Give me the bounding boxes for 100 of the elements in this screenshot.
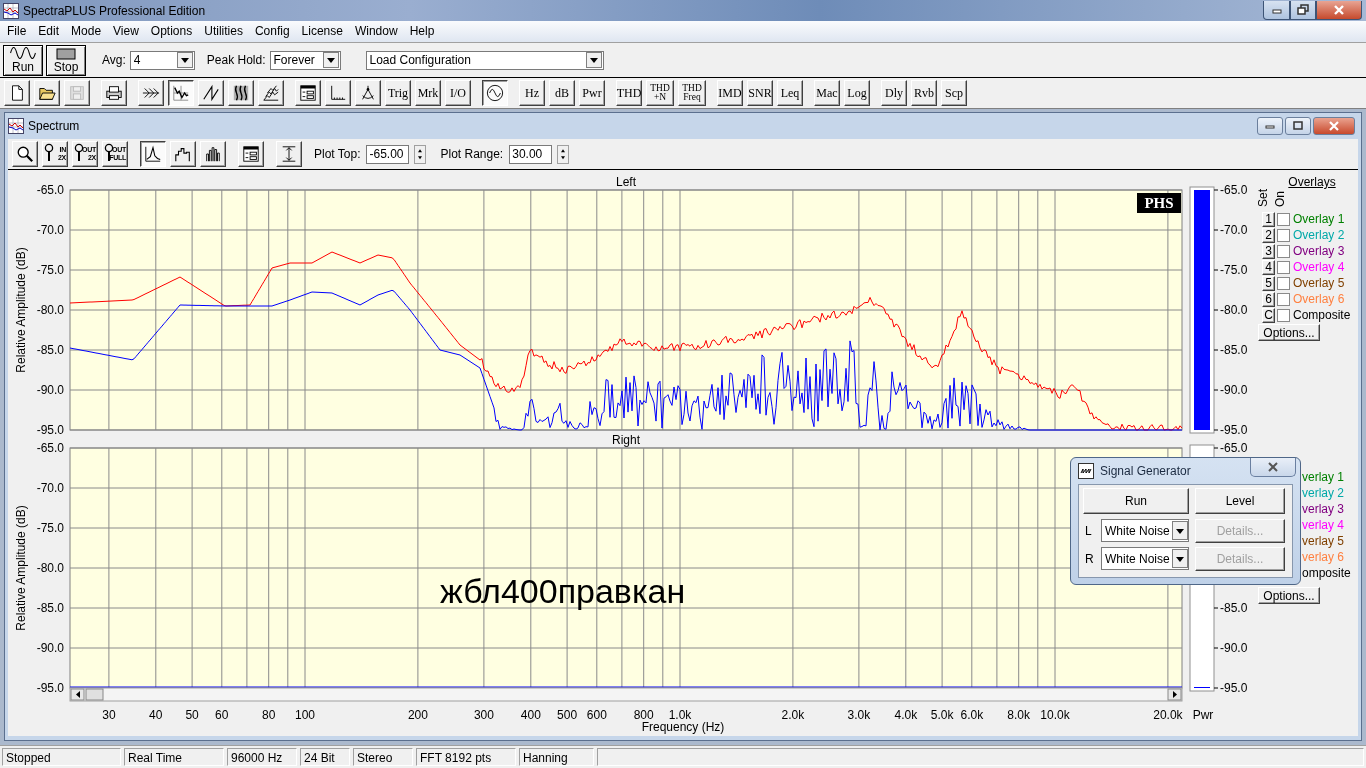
- level-button[interactable]: Level: [1195, 488, 1285, 514]
- toolbar-button[interactable]: dB: [549, 80, 575, 106]
- toolbar-button[interactable]: THD +N: [646, 80, 674, 106]
- status-field: Real Time: [124, 748, 224, 766]
- close-button[interactable]: [1313, 117, 1355, 135]
- set-button[interactable]: 1: [1262, 211, 1275, 227]
- tick-label: -70.0: [1220, 223, 1248, 237]
- toolbar-button[interactable]: Rvb: [911, 80, 937, 106]
- menu-item[interactable]: Utilities: [198, 21, 249, 42]
- close-icon: [1327, 119, 1341, 133]
- peak-hold-dropdown[interactable]: Forever: [269, 50, 341, 70]
- field-label: Peak Hold:: [206, 53, 266, 67]
- set-button[interactable]: 5: [1262, 275, 1275, 291]
- toolbar-button[interactable]: Scp: [941, 80, 967, 106]
- toolbar-button[interactable]: Mac: [814, 80, 840, 106]
- close-button[interactable]: [1250, 457, 1296, 477]
- menu-item[interactable]: View: [107, 21, 145, 42]
- axis-icon: [329, 84, 347, 102]
- tick-label: 40: [149, 708, 163, 722]
- logo-badge: PHS: [1137, 193, 1181, 213]
- plot-top-field[interactable]: -65.00: [366, 144, 410, 164]
- toolbar-button[interactable]: Dly: [881, 80, 907, 106]
- menu-item[interactable]: Window: [348, 21, 404, 42]
- menu-item[interactable]: License: [295, 21, 349, 42]
- avg-dropdown[interactable]: 4: [129, 50, 195, 70]
- menu-item[interactable]: Mode: [65, 21, 108, 42]
- tick-label: -70.0: [36, 481, 64, 495]
- toolbar-button[interactable]: I/O: [445, 80, 471, 106]
- overlay-label: verlay 1: [1302, 470, 1345, 484]
- run-button[interactable]: Run: [1083, 488, 1189, 514]
- toolbar-button[interactable]: THD Freq: [678, 80, 706, 106]
- field-label: Plot Top:: [314, 147, 361, 161]
- toolbar-button[interactable]: Leq: [777, 80, 803, 106]
- set-button[interactable]: 6: [1262, 291, 1275, 307]
- plot-range-field[interactable]: 30.00: [509, 144, 553, 164]
- toolbar-button[interactable]: [482, 80, 508, 106]
- tick-label: -75.0: [1220, 263, 1248, 277]
- checkbox[interactable]: [1277, 292, 1290, 306]
- caret-icon: [176, 52, 193, 68]
- menu-item[interactable]: File: [1, 21, 33, 42]
- toolbar-button[interactable]: THD: [616, 80, 642, 106]
- compass-icon: [359, 84, 377, 102]
- tick-label: 10.0k: [1040, 708, 1070, 722]
- menu-item[interactable]: Help: [403, 21, 441, 42]
- tick-label: -65.0: [1220, 183, 1248, 197]
- tick-label: -90.0: [1220, 641, 1248, 655]
- spinner[interactable]: [414, 144, 427, 164]
- options-button[interactable]: Options...: [1258, 324, 1320, 341]
- stop-square-icon: [56, 47, 76, 60]
- close-button[interactable]: [1316, 1, 1362, 20]
- toolbar-button[interactable]: Pwr: [579, 80, 605, 106]
- caret-icon: [1172, 521, 1188, 540]
- tick-label: 300: [473, 708, 494, 722]
- axis-title: Relative Amplitude (dB): [14, 247, 28, 373]
- tick-label: 100: [295, 708, 315, 722]
- tick-label: -80.0: [1220, 303, 1248, 317]
- overlay-label: Overlay 5: [1293, 276, 1345, 290]
- checkbox[interactable]: [1277, 276, 1290, 290]
- tick-label: -75.0: [36, 263, 64, 277]
- restore-button[interactable]: [1285, 117, 1311, 135]
- menu-item[interactable]: Edit: [32, 21, 66, 42]
- spinner[interactable]: [557, 144, 570, 164]
- set-button[interactable]: 4: [1262, 259, 1275, 275]
- set-button[interactable]: C: [1262, 307, 1275, 323]
- options-button[interactable]: Options...: [1258, 587, 1320, 604]
- configuration-dropdown[interactable]: Load Configuration: [365, 50, 604, 70]
- checkbox[interactable]: [1277, 308, 1290, 322]
- run-button[interactable]: Run: [3, 44, 43, 76]
- toolbar-button[interactable]: [168, 80, 194, 106]
- overlay-label: Overlay 3: [1293, 244, 1345, 258]
- toolbar-button[interactable]: Mrk: [415, 80, 441, 106]
- toolbar-button[interactable]: Log: [844, 80, 870, 106]
- minimize-button[interactable]: [1257, 117, 1283, 135]
- tick-label: -95.0: [36, 423, 64, 437]
- spectrogram-icon: [232, 84, 250, 102]
- restore-button[interactable]: [1290, 1, 1316, 20]
- toolbar-button[interactable]: Hz: [519, 80, 545, 106]
- overlay-label: Overlay 2: [1293, 228, 1345, 242]
- stop-button[interactable]: Stop: [46, 44, 86, 76]
- bar-plot-icon: [204, 145, 222, 163]
- menu-item[interactable]: Options: [144, 21, 199, 42]
- checkbox[interactable]: [1277, 228, 1290, 242]
- checkbox[interactable]: [1277, 244, 1290, 258]
- wave-icon: [1078, 463, 1094, 479]
- window-title: Spectrum: [28, 119, 80, 133]
- tick-label: -75.0: [36, 521, 64, 535]
- horizontal-scrollbar[interactable]: [69, 687, 1183, 702]
- tick-label: -90.0: [36, 383, 64, 397]
- minimize-button[interactable]: [1263, 1, 1290, 20]
- toolbar-button[interactable]: SNR: [747, 80, 773, 106]
- toolbar-button[interactable]: [140, 141, 166, 167]
- set-button[interactable]: 3: [1262, 243, 1275, 259]
- checkbox[interactable]: [1277, 212, 1290, 226]
- form-window-icon: [242, 145, 260, 163]
- menu-item[interactable]: Config: [248, 21, 296, 42]
- set-button[interactable]: 2: [1262, 227, 1275, 243]
- toolbar-button[interactable]: Trig: [385, 80, 411, 106]
- toolbar-button[interactable]: IMD: [717, 80, 743, 106]
- checkbox[interactable]: [1277, 260, 1290, 274]
- form-window-icon: [299, 84, 317, 102]
